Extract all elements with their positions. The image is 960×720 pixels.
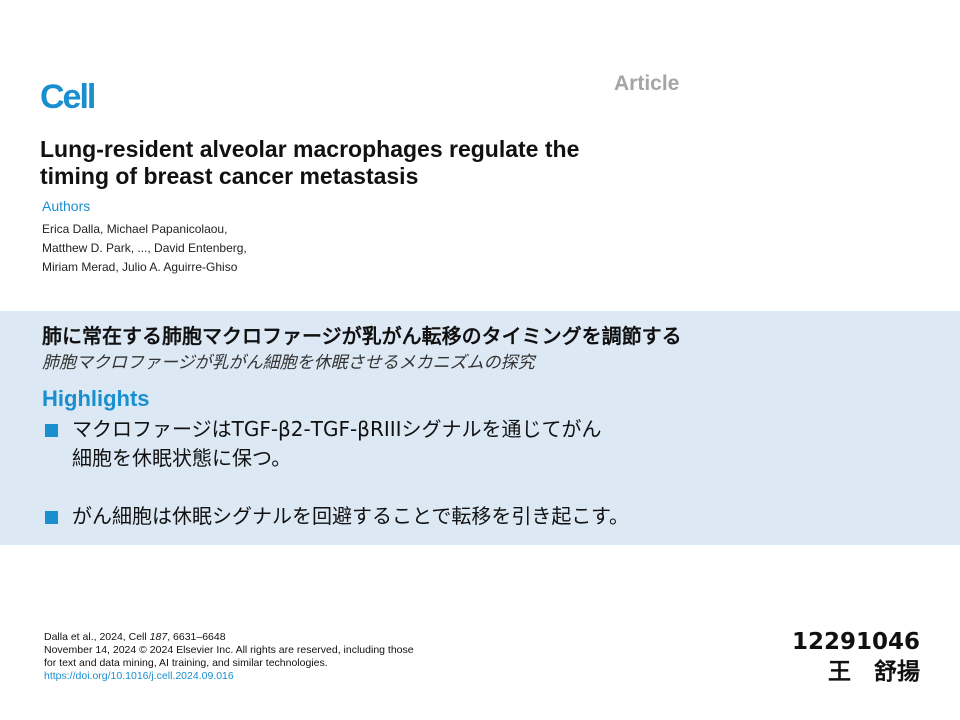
- japanese-subtitle: 肺胞マクロファージが乳がん細胞を休眠させるメカニズムの探究: [42, 353, 535, 373]
- highlight-item: マクロファージはTGF-β2-TGF-βRIIIシグナルを通じてがん 細胞を休眠…: [42, 415, 602, 473]
- authors-line: Erica Dalla, Michael Papanicolaou,: [42, 222, 228, 236]
- doi-link[interactable]: https://doi.org/10.1016/j.cell.2024.09.0…: [44, 670, 414, 683]
- citation-line: Dalla et al., 2024, Cell 187, 6631–6648: [44, 631, 414, 644]
- paper-title: Lung-resident alveolar macrophages regul…: [40, 136, 720, 190]
- highlight-text-line: 細胞を休眠状態に保つ。: [72, 446, 292, 470]
- citation-block: Dalla et al., 2024, Cell 187, 6631–6648 …: [44, 631, 414, 683]
- highlights-heading: Highlights: [42, 386, 150, 411]
- paper-title-line: timing of breast cancer metastasis: [40, 163, 419, 189]
- japanese-title: 肺に常在する肺胞マクロファージが乳がん転移のタイミングを調節する: [42, 324, 682, 348]
- student-name: 王 舒揚: [828, 659, 920, 685]
- citation-pages: , 6631–6648: [167, 631, 226, 643]
- citation-line: November 14, 2024 © 2024 Elsevier Inc. A…: [44, 644, 414, 656]
- highlight-text-line: マクロファージはTGF-β2-TGF-βRIIIシグナルを通じてがん: [72, 417, 602, 441]
- student-info: 12291046 王 舒揚: [790, 627, 920, 687]
- highlight-item: がん細胞は休眠シグナルを回避することで転移を引き起こす。: [42, 502, 629, 531]
- paper-title-line: Lung-resident alveolar macrophages regul…: [40, 136, 580, 162]
- authors-line: Miriam Merad, Julio A. Aguirre-Ghiso: [42, 260, 238, 274]
- citation-volume: 187: [149, 631, 168, 643]
- authors-heading: Authors: [42, 198, 91, 214]
- article-type-label: Article: [614, 72, 680, 95]
- student-id: 12291046: [791, 629, 920, 655]
- citation-line: for text and data mining, AI training, a…: [44, 657, 328, 669]
- authors-line: Matthew D. Park, ..., David Entenberg,: [42, 241, 247, 255]
- square-bullet-icon: [45, 424, 58, 437]
- authors-list: Erica Dalla, Michael Papanicolaou, Matth…: [42, 220, 247, 277]
- journal-logo: Cell: [40, 78, 96, 116]
- highlight-text-line: がん細胞は休眠シグナルを回避することで転移を引き起こす。: [72, 504, 629, 528]
- square-bullet-icon: [45, 511, 58, 524]
- citation-authors-journal: Dalla et al., 2024, Cell: [44, 631, 150, 643]
